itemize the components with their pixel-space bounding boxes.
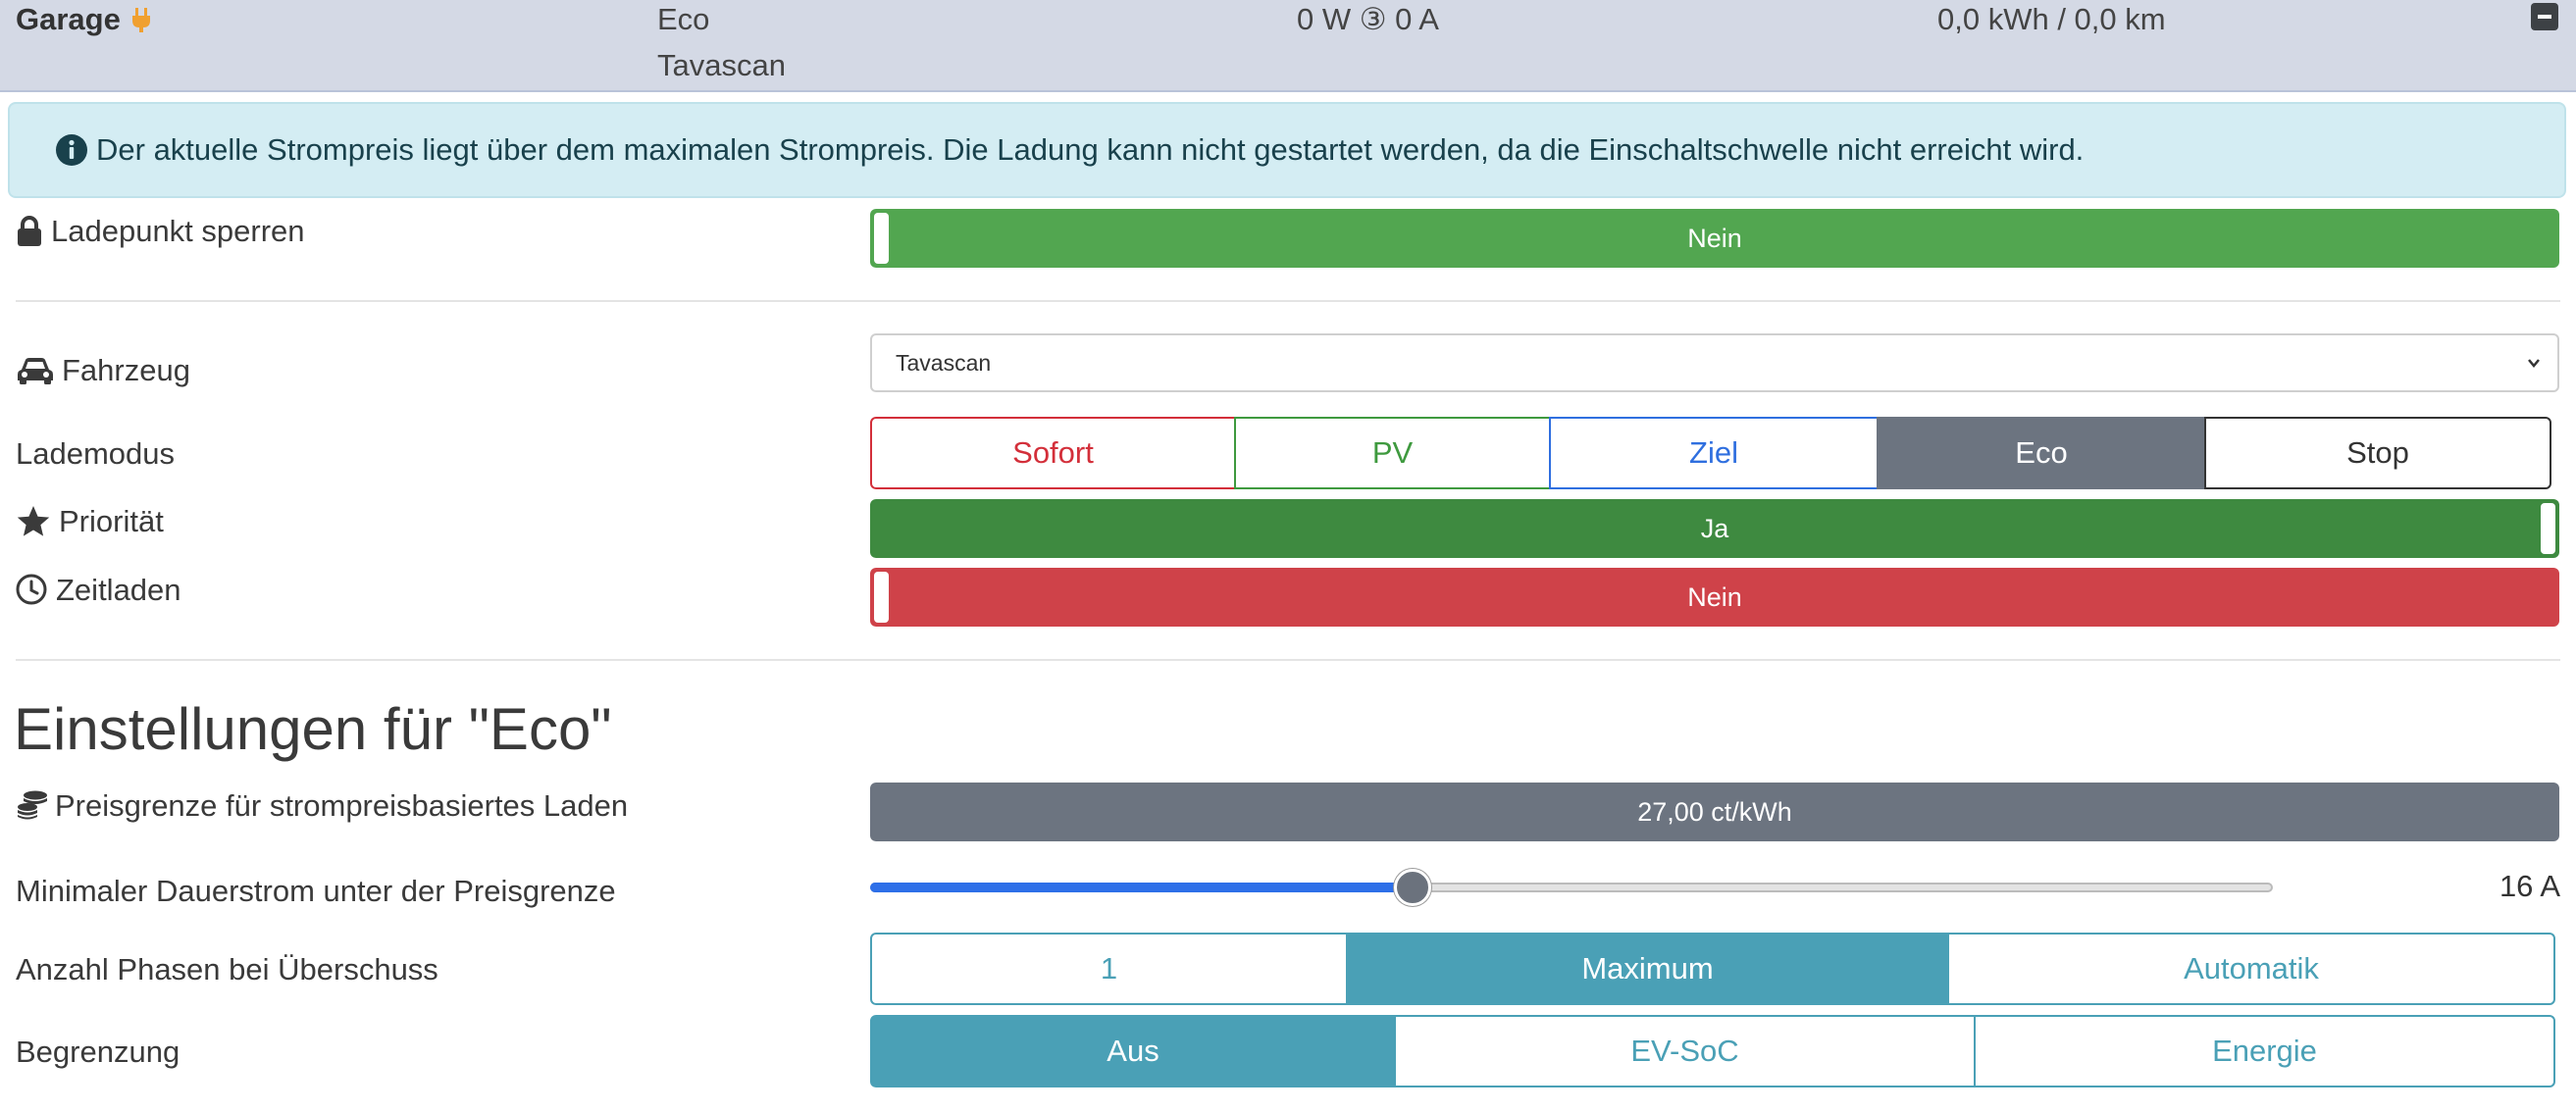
vehicle-select-value: Tavascan (896, 350, 992, 376)
alert-message: Der aktuelle Strompreis liegt über dem m… (96, 132, 2085, 167)
phases-button-maximum[interactable]: Maximum (1346, 933, 1949, 1005)
lock-toggle[interactable]: Nein (870, 209, 2559, 268)
vehicle-label: Fahrzeug (62, 353, 190, 387)
min-current-value: 16 A (2499, 869, 2560, 903)
mode-button-ziel[interactable]: Ziel (1549, 417, 1879, 489)
mode-button-pv[interactable]: PV (1234, 417, 1551, 489)
collapse-button[interactable] (2531, 3, 2558, 30)
energy-readout: 0,0 kWh / 0,0 km (1937, 2, 2166, 36)
chargepoint-name: Garage (16, 2, 121, 36)
min-current-slider-thumb[interactable] (1394, 869, 1432, 906)
limit-button-aus[interactable]: Aus (870, 1015, 1396, 1087)
priority-label: Priorität (59, 504, 164, 538)
price-limit-button[interactable]: 27,00 ct/kWh (870, 783, 2559, 841)
mode-button-eco[interactable]: Eco (1877, 417, 2206, 489)
priority-toggle[interactable]: Ja (870, 499, 2559, 558)
scheduled-label: Zeitladen (56, 573, 181, 607)
priority-value: Ja (1700, 513, 1729, 543)
price-limit-label: Preisgrenze für strompreisbasiertes Lade… (55, 788, 629, 823)
lock-icon (18, 216, 41, 246)
star-icon (17, 506, 50, 536)
clock-icon (16, 574, 47, 605)
phases-button-1[interactable]: 1 (870, 933, 1348, 1005)
mode-button-stop[interactable]: Stop (2204, 417, 2551, 489)
current-mode: Eco (657, 2, 710, 36)
min-current-label: Minimaler Dauerstrom unter der Preisgren… (16, 874, 616, 908)
mode-label: Lademodus (16, 436, 176, 471)
divider (16, 300, 2560, 302)
charging-plug-icon (132, 8, 150, 32)
phases-button-automatik[interactable]: Automatik (1947, 933, 2555, 1005)
section-title: Einstellungen für "Eco" (14, 696, 612, 762)
divider (16, 659, 2560, 661)
limit-button-energie[interactable]: Energie (1974, 1015, 2555, 1087)
lock-value: Nein (1687, 223, 1742, 253)
limit-button-ev-soc[interactable]: EV-SoC (1394, 1015, 1976, 1087)
scheduled-toggle[interactable]: Nein (870, 568, 2559, 627)
limit-button-group: Aus EV-SoC Energie (870, 1015, 2555, 1087)
toggle-knob (874, 213, 889, 264)
power-readout: 0 W ③ 0 A (1297, 2, 1439, 36)
chevron-down-icon (2528, 359, 2540, 368)
toggle-knob (874, 572, 889, 623)
limit-label: Begrenzung (16, 1035, 180, 1069)
chargepoint-header (0, 0, 2576, 92)
phases-label: Anzahl Phasen bei Überschuss (16, 952, 438, 986)
coins-icon (18, 790, 47, 820)
lock-label: Ladepunkt sperren (51, 214, 305, 248)
car-icon (18, 358, 53, 384)
min-current-slider-fill (870, 883, 1414, 892)
mode-button-sofort[interactable]: Sofort (870, 417, 1236, 489)
charge-mode-group: Sofort PV Ziel Eco Stop (870, 417, 2551, 489)
phases-button-group: 1 Maximum Automatik (870, 933, 2555, 1005)
info-circle-icon (56, 134, 87, 166)
toggle-knob (2541, 503, 2555, 554)
scheduled-value: Nein (1687, 581, 1742, 612)
vehicle-select[interactable]: Tavascan (870, 333, 2559, 392)
connected-vehicle: Tavascan (657, 48, 786, 82)
